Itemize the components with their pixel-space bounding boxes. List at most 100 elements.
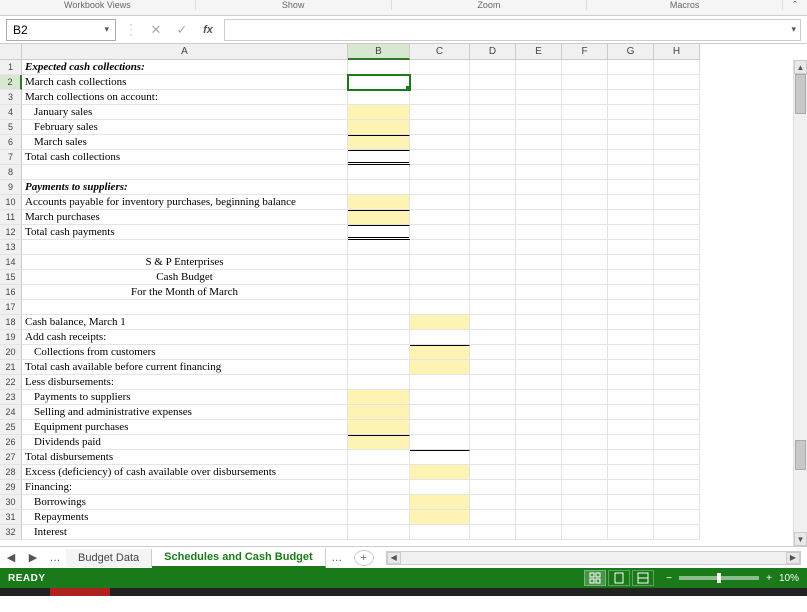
tab-overflow-icon[interactable]: … [326, 552, 348, 564]
cell[interactable] [516, 360, 562, 375]
cell[interactable] [470, 165, 516, 180]
cell[interactable] [562, 165, 608, 180]
cell[interactable] [608, 330, 654, 345]
cell[interactable] [516, 210, 562, 225]
cell[interactable] [562, 435, 608, 450]
cell[interactable] [516, 495, 562, 510]
cell[interactable]: For the Month of March [22, 285, 348, 300]
row-header[interactable]: 22 [0, 375, 22, 390]
cell[interactable] [516, 480, 562, 495]
cells-area[interactable]: Expected cash collections:March cash col… [22, 60, 700, 540]
cell[interactable] [22, 165, 348, 180]
cell[interactable]: Payments to suppliers: [22, 180, 348, 195]
cell[interactable] [562, 270, 608, 285]
cell[interactable] [348, 120, 410, 135]
cell[interactable] [654, 195, 700, 210]
cell[interactable] [654, 300, 700, 315]
cell[interactable]: Expected cash collections: [22, 60, 348, 75]
cell[interactable]: March collections on account: [22, 90, 348, 105]
cell[interactable] [654, 60, 700, 75]
cell[interactable] [608, 195, 654, 210]
cell[interactable] [470, 300, 516, 315]
cell[interactable] [348, 195, 410, 210]
name-box[interactable]: B2 ▾ [6, 19, 116, 41]
cell[interactable] [608, 270, 654, 285]
cell[interactable]: Collections from customers [22, 345, 348, 360]
cell[interactable] [348, 60, 410, 75]
cell[interactable] [410, 165, 470, 180]
cell[interactable] [22, 300, 348, 315]
cell[interactable]: Excess (deficiency) of cash available ov… [22, 465, 348, 480]
cell[interactable] [348, 360, 410, 375]
cell[interactable] [562, 450, 608, 465]
cell[interactable] [348, 450, 410, 465]
cell[interactable] [654, 165, 700, 180]
cell[interactable] [22, 240, 348, 255]
cell[interactable] [348, 150, 410, 165]
cell[interactable] [410, 405, 470, 420]
cell[interactable]: January sales [22, 105, 348, 120]
cell[interactable] [470, 135, 516, 150]
cell[interactable] [410, 60, 470, 75]
cell[interactable] [562, 60, 608, 75]
cell[interactable] [654, 450, 700, 465]
cell[interactable] [608, 240, 654, 255]
column-header-A[interactable]: A [22, 44, 348, 60]
row-header[interactable]: 24 [0, 405, 22, 420]
cell[interactable] [410, 465, 470, 480]
column-header-C[interactable]: C [410, 44, 470, 60]
cell[interactable] [348, 225, 410, 240]
cell[interactable] [470, 495, 516, 510]
row-header[interactable]: 25 [0, 420, 22, 435]
cell[interactable] [654, 135, 700, 150]
cell[interactable] [470, 225, 516, 240]
cell[interactable] [348, 390, 410, 405]
cell[interactable] [470, 60, 516, 75]
cell[interactable] [608, 165, 654, 180]
cell[interactable] [348, 270, 410, 285]
cell[interactable] [470, 255, 516, 270]
cell[interactable] [654, 390, 700, 405]
row-header[interactable]: 23 [0, 390, 22, 405]
cell[interactable] [562, 405, 608, 420]
cell[interactable] [654, 375, 700, 390]
cell[interactable] [654, 480, 700, 495]
cell[interactable] [516, 450, 562, 465]
cell[interactable] [470, 525, 516, 540]
cell[interactable] [470, 510, 516, 525]
cell[interactable] [516, 300, 562, 315]
cell[interactable] [654, 420, 700, 435]
cell[interactable] [410, 420, 470, 435]
row-header[interactable]: 13 [0, 240, 22, 255]
cell[interactable] [516, 510, 562, 525]
cell[interactable]: Cash Budget [22, 270, 348, 285]
cell[interactable] [608, 345, 654, 360]
cell[interactable]: Total cash available before current fina… [22, 360, 348, 375]
row-header[interactable]: 32 [0, 525, 22, 540]
tab-nav-next-icon[interactable]: ▶ [22, 551, 44, 564]
cell[interactable] [608, 60, 654, 75]
cell[interactable] [654, 255, 700, 270]
cell[interactable] [562, 510, 608, 525]
cell[interactable] [470, 120, 516, 135]
cell[interactable] [470, 150, 516, 165]
cell[interactable] [410, 180, 470, 195]
cell[interactable] [410, 480, 470, 495]
cell[interactable]: Borrowings [22, 495, 348, 510]
cell[interactable] [562, 330, 608, 345]
cell[interactable] [410, 435, 470, 450]
spreadsheet-grid[interactable]: ABCDEFGH 1234567891011121314151617181920… [0, 44, 807, 546]
row-header[interactable]: 2 [0, 75, 22, 90]
zoom-slider[interactable] [679, 576, 759, 580]
cell[interactable] [410, 330, 470, 345]
cell[interactable] [516, 255, 562, 270]
cell[interactable] [516, 240, 562, 255]
row-header[interactable]: 27 [0, 450, 22, 465]
cell[interactable] [516, 135, 562, 150]
cell[interactable] [410, 360, 470, 375]
cell[interactable]: Financing: [22, 480, 348, 495]
cell[interactable] [410, 135, 470, 150]
cell[interactable]: March purchases [22, 210, 348, 225]
cell[interactable] [470, 240, 516, 255]
column-header-B[interactable]: B [348, 44, 410, 60]
